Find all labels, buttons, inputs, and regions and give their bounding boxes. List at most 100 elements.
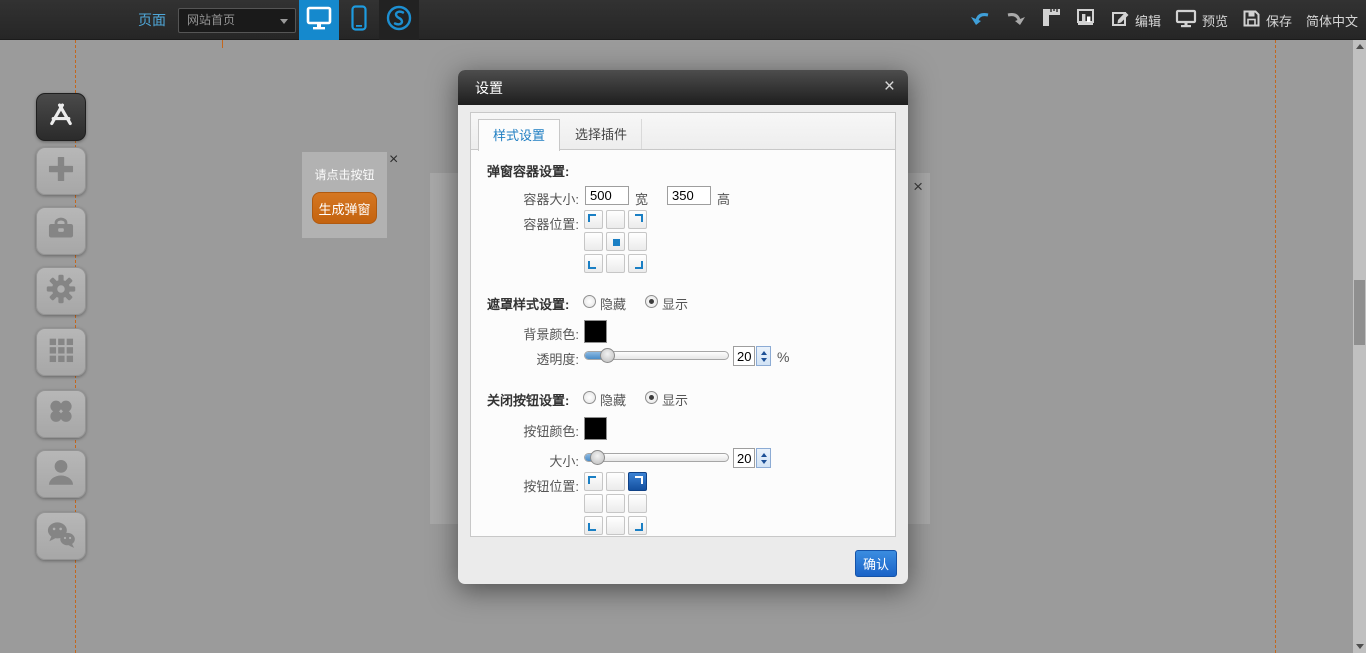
closebtn-size-label: 大小: <box>471 451 579 470</box>
position-cell-bottom-left[interactable] <box>584 254 603 273</box>
desktop-view-button[interactable] <box>299 0 339 40</box>
position-cell-bottom[interactable] <box>606 254 625 273</box>
edit-button[interactable]: 编辑 <box>1111 9 1161 31</box>
mask-color-swatch[interactable] <box>584 320 607 343</box>
page-select[interactable]: 网站首页 <box>178 8 296 33</box>
generate-popup-button[interactable]: 生成弹窗 <box>312 192 377 224</box>
modal-close-icon[interactable]: × <box>884 76 895 98</box>
position-cell-bottom-right[interactable] <box>628 254 647 273</box>
edit-label: 编辑 <box>1135 11 1161 30</box>
container-position-label: 容器位置: <box>471 214 579 233</box>
wechat-icon <box>43 518 79 555</box>
position-cell-left[interactable] <box>584 232 603 251</box>
size-slider-handle[interactable] <box>590 450 605 465</box>
top-toolbar: 页面 网站首页 <box>0 0 1366 40</box>
container-section-title: 弹窗容器设置: <box>487 161 569 180</box>
height-unit-label: 高 <box>717 189 730 208</box>
container-height-input[interactable] <box>667 186 711 205</box>
corner-tl-icon <box>588 214 596 222</box>
spinner-up-icon[interactable] <box>761 453 767 457</box>
spinner-down-icon[interactable] <box>761 460 767 464</box>
sidebar-item-add[interactable] <box>36 147 86 195</box>
sidebar-item-design[interactable] <box>36 93 86 141</box>
popup-trigger-widget: 请点击按钮 生成弹窗 <box>302 152 387 238</box>
sidebar-item-toolbox[interactable] <box>36 207 86 255</box>
save-button[interactable]: 保存 <box>1242 9 1292 31</box>
ruler-icon[interactable] <box>1041 7 1062 33</box>
language-switch[interactable]: 简体中文 <box>1306 11 1358 30</box>
position-cell-top[interactable] <box>606 472 625 491</box>
container-size-label: 容器大小: <box>471 189 579 208</box>
closebtn-color-label: 按钮颜色: <box>471 421 579 440</box>
tab-choose-plugin[interactable]: 选择插件 <box>561 119 642 150</box>
link-tool-button[interactable] <box>379 0 419 40</box>
mobile-view-button[interactable] <box>339 0 379 40</box>
position-cell-right[interactable] <box>628 494 647 513</box>
scroll-up-icon[interactable] <box>1353 40 1366 53</box>
spinner-down-icon[interactable] <box>761 358 767 362</box>
stats-icon[interactable] <box>1076 8 1097 32</box>
scrollbar-thumb[interactable] <box>1354 280 1365 345</box>
edit-icon <box>1111 9 1130 31</box>
mask-show-label[interactable]: 显示 <box>662 294 688 313</box>
scroll-down-icon[interactable] <box>1353 640 1366 653</box>
opacity-slider[interactable] <box>584 351 729 360</box>
position-cell-top-right[interactable] <box>628 472 647 491</box>
mask-hide-label[interactable]: 隐藏 <box>600 294 626 313</box>
sidebar-item-modules[interactable] <box>36 328 86 376</box>
closebtn-color-swatch[interactable] <box>584 417 607 440</box>
preview-close-icon[interactable]: × <box>913 178 923 195</box>
opacity-spinner[interactable] <box>756 346 771 366</box>
mask-show-radio[interactable] <box>645 295 658 308</box>
close-section-title: 关闭按钮设置: <box>487 390 569 409</box>
widget-close-icon[interactable]: × <box>389 152 398 168</box>
preview-button[interactable]: 预览 <box>1175 9 1228 31</box>
container-width-input[interactable] <box>585 186 629 205</box>
corner-br-icon <box>635 523 643 531</box>
spinner-up-icon[interactable] <box>761 351 767 355</box>
sidebar-item-wechat[interactable] <box>36 512 86 560</box>
settings-modal: 设置 × 样式设置 选择插件 弹窗容器设置: 容器大小: 宽 高 容器位置: <box>458 70 908 584</box>
page-label: 页面 <box>138 10 166 30</box>
user-icon <box>44 455 78 494</box>
confirm-button[interactable]: 确认 <box>855 550 897 577</box>
position-cell-bottom[interactable] <box>606 516 625 535</box>
language-label: 简体中文 <box>1306 11 1358 30</box>
position-cell-top[interactable] <box>606 210 625 229</box>
closebtn-hide-label[interactable]: 隐藏 <box>600 390 626 409</box>
position-cell-center[interactable] <box>606 494 625 513</box>
chevron-down-icon <box>280 19 288 24</box>
modal-header[interactable]: 设置 × <box>458 70 908 105</box>
opacity-value-input[interactable] <box>733 346 755 366</box>
position-cell-top-left[interactable] <box>584 472 603 491</box>
size-spinner[interactable] <box>756 448 771 468</box>
corner-tr-icon <box>635 214 643 222</box>
opacity-slider-handle[interactable] <box>600 348 615 363</box>
position-cell-right[interactable] <box>628 232 647 251</box>
container-position-grid <box>584 210 647 273</box>
widget-hint-text: 请点击按钮 <box>302 166 387 183</box>
position-cell-bottom-right[interactable] <box>628 516 647 535</box>
position-cell-center[interactable] <box>606 232 625 251</box>
closebtn-show-radio[interactable] <box>645 391 658 404</box>
toolbox-icon <box>43 212 79 251</box>
position-cell-top-left[interactable] <box>584 210 603 229</box>
modal-tabs-bar: 样式设置 选择插件 <box>470 112 896 150</box>
mask-section-title: 遮罩样式设置: <box>487 294 569 313</box>
sidebar-item-settings[interactable] <box>36 267 86 315</box>
closebtn-size-slider[interactable] <box>584 453 729 462</box>
position-cell-left[interactable] <box>584 494 603 513</box>
closebtn-hide-radio[interactable] <box>583 391 596 404</box>
mask-hide-radio[interactable] <box>583 295 596 308</box>
undo-icon[interactable] <box>969 8 991 33</box>
position-cell-bottom-left[interactable] <box>584 516 603 535</box>
closebtn-size-input[interactable] <box>733 448 755 468</box>
preview-label: 预览 <box>1202 11 1228 30</box>
closebtn-show-label[interactable]: 显示 <box>662 390 688 409</box>
sidebar-item-user[interactable] <box>36 450 86 498</box>
redo-icon[interactable] <box>1005 8 1027 33</box>
vertical-scrollbar[interactable] <box>1353 40 1366 653</box>
position-cell-top-right[interactable] <box>628 210 647 229</box>
tab-style-settings[interactable]: 样式设置 <box>478 119 560 151</box>
sidebar-item-plugins[interactable] <box>36 390 86 438</box>
